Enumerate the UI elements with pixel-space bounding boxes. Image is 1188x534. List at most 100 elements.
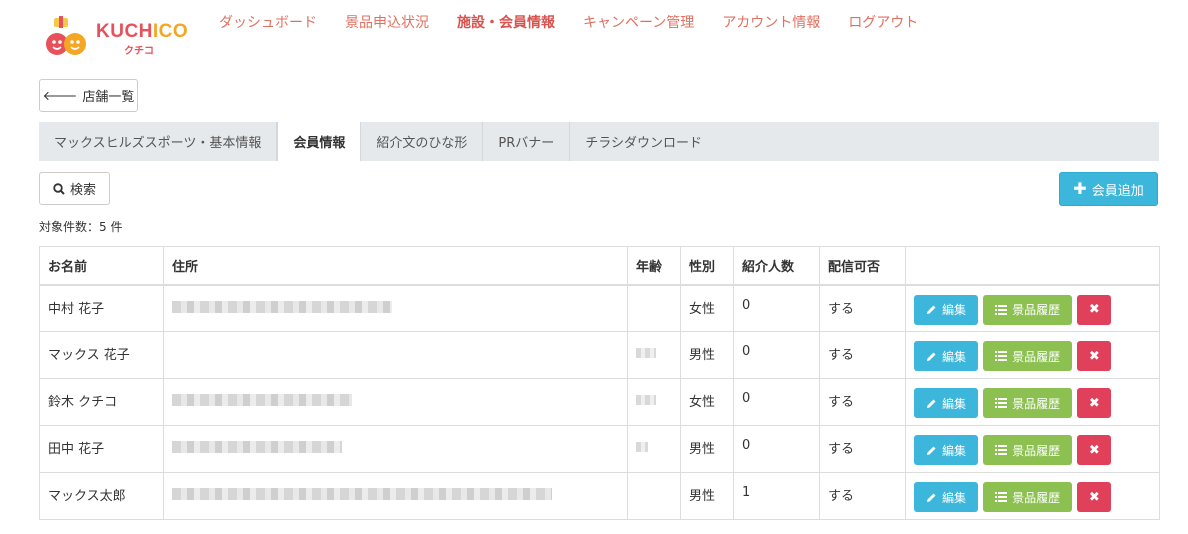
tab-basic-info[interactable]: マックスヒルズスポーツ・基本情報 <box>39 122 278 161</box>
close-icon: ✖ <box>1088 348 1100 364</box>
edit-button[interactable]: 編集 <box>914 341 978 371</box>
cell-address <box>163 472 628 520</box>
cell-actions: 編集 景品履歴 ✖ <box>905 331 1160 379</box>
nav-dashboard[interactable]: ダッシュボード <box>212 12 324 32</box>
header-age: 年齢 <box>627 246 681 286</box>
edit-button[interactable]: 編集 <box>914 294 978 325</box>
prize-history-button[interactable]: 景品履歴 <box>983 388 1073 418</box>
cell-actions: 編集 景品履歴 ✖ <box>905 284 1160 332</box>
cell-name: 中村 花子 <box>39 284 164 332</box>
tab-intro-template[interactable]: 紹介文のひな形 <box>361 122 484 161</box>
tab-pr-banner[interactable]: PRバナー <box>483 122 571 161</box>
edit-label: 編集 <box>941 396 966 411</box>
search-button[interactable]: 検索 <box>39 172 110 205</box>
cell-actions: 編集 景品履歴 ✖ <box>905 425 1160 473</box>
cell-gender: 女性 <box>680 378 734 426</box>
cell-gender: 女性 <box>680 284 734 332</box>
list-icon <box>995 304 1008 315</box>
pencil-icon <box>926 352 936 361</box>
redacted-address <box>172 394 352 406</box>
logo[interactable]: KUCHICO クチコ <box>44 16 194 60</box>
prize-history-button[interactable]: 景品履歴 <box>983 341 1073 371</box>
redacted-age <box>636 442 648 452</box>
delete-button[interactable]: ✖ <box>1077 482 1112 512</box>
cell-age <box>627 472 681 520</box>
header-gender: 性別 <box>680 246 734 286</box>
list-icon <box>995 351 1008 361</box>
redacted-age <box>636 348 656 358</box>
header-referrals: 紹介人数 <box>733 246 820 286</box>
cell-referrals: 0 <box>733 378 820 426</box>
nav-account[interactable]: アカウント情報 <box>715 12 827 32</box>
history-label: 景品履歴 <box>1012 349 1061 364</box>
edit-label: 編集 <box>941 443 966 458</box>
delete-button[interactable]: ✖ <box>1077 341 1112 371</box>
search-label: 検索 <box>69 183 96 198</box>
top-nav: ダッシュボード 景品申込状況 施設・会員情報 キャンペーン管理 アカウント情報 … <box>212 12 939 32</box>
pencil-icon <box>926 399 936 408</box>
prize-history-button[interactable]: 景品履歴 <box>983 482 1073 512</box>
nav-facility-members[interactable]: 施設・会員情報 <box>450 12 562 32</box>
logo-sub: クチコ <box>124 46 154 57</box>
cell-referrals: 0 <box>733 284 820 332</box>
cell-name: マックス太郎 <box>39 472 164 520</box>
cell-name: マックス 花子 <box>39 331 164 379</box>
header-delivery: 配信可否 <box>819 246 906 286</box>
header-address: 住所 <box>163 246 628 286</box>
prize-history-button[interactable]: 景品履歴 <box>983 435 1073 465</box>
edit-button[interactable]: 編集 <box>914 482 978 512</box>
search-icon <box>53 182 65 195</box>
tab-flyer-download[interactable]: チラシダウンロード <box>570 122 717 161</box>
cell-referrals: 0 <box>733 331 820 379</box>
delete-button[interactable]: ✖ <box>1077 294 1112 325</box>
cell-gender: 男性 <box>680 425 734 473</box>
cell-name: 鈴木 クチコ <box>39 378 164 426</box>
arrow-left-icon: 🡐 <box>42 88 78 104</box>
pencil-icon <box>926 305 936 314</box>
nav-prize-applications[interactable]: 景品申込状況 <box>338 12 436 32</box>
delete-button[interactable]: ✖ <box>1077 435 1112 465</box>
list-icon <box>995 492 1008 502</box>
cell-delivery: する <box>819 378 906 426</box>
add-member-label: 会員追加 <box>1091 183 1144 199</box>
cell-name: 田中 花子 <box>39 425 164 473</box>
history-label: 景品履歴 <box>1012 396 1061 411</box>
nav-logout[interactable]: ログアウト <box>841 12 925 32</box>
cell-address <box>163 284 628 332</box>
close-icon: ✖ <box>1088 302 1100 317</box>
delete-button[interactable]: ✖ <box>1077 388 1112 418</box>
table-header-row: お名前 住所 年齢 性別 紹介人数 配信可否 <box>39 246 1160 286</box>
plus-icon: ✚ <box>1073 179 1087 198</box>
cell-referrals: 0 <box>733 425 820 473</box>
add-member-button[interactable]: ✚ 会員追加 <box>1059 172 1158 206</box>
history-label: 景品履歴 <box>1012 443 1061 458</box>
store-list-label: 店舗一覧 <box>82 90 135 105</box>
cell-delivery: する <box>819 425 906 473</box>
cell-actions: 編集 景品履歴 ✖ <box>905 472 1160 520</box>
list-icon <box>995 445 1008 455</box>
redacted-address <box>172 300 392 313</box>
cell-referrals: 1 <box>733 472 820 520</box>
tab-bar: マックスヒルズスポーツ・基本情報 会員情報 紹介文のひな形 PRバナー チラシダ… <box>39 122 1159 161</box>
redacted-address <box>172 441 342 453</box>
close-icon: ✖ <box>1088 489 1100 505</box>
pencil-icon <box>926 493 936 502</box>
edit-button[interactable]: 編集 <box>914 388 978 418</box>
store-list-button[interactable]: 🡐 店舗一覧 <box>39 79 138 112</box>
cell-age <box>627 425 681 473</box>
pencil-icon <box>926 446 936 455</box>
tab-member-info[interactable]: 会員情報 <box>277 122 362 161</box>
redacted-address <box>172 488 552 500</box>
redacted-age <box>636 395 656 405</box>
edit-button[interactable]: 編集 <box>914 435 978 465</box>
nav-campaign[interactable]: キャンペーン管理 <box>576 12 701 32</box>
table-row: 鈴木 クチコ 女性 0 する 編集 景品履歴 ✖ <box>39 378 1160 426</box>
cell-address <box>163 425 628 473</box>
table-row: マックス太郎 男性 1 する 編集 景品履歴 ✖ <box>39 472 1160 520</box>
prize-history-button[interactable]: 景品履歴 <box>983 294 1073 325</box>
cell-delivery: する <box>819 472 906 520</box>
members-table: お名前 住所 年齢 性別 紹介人数 配信可否 中村 花子 女性 0 する 編集 … <box>39 246 1160 520</box>
cell-address <box>163 331 628 379</box>
logo-text: KUCHICO <box>96 21 189 42</box>
edit-label: 編集 <box>941 349 966 364</box>
